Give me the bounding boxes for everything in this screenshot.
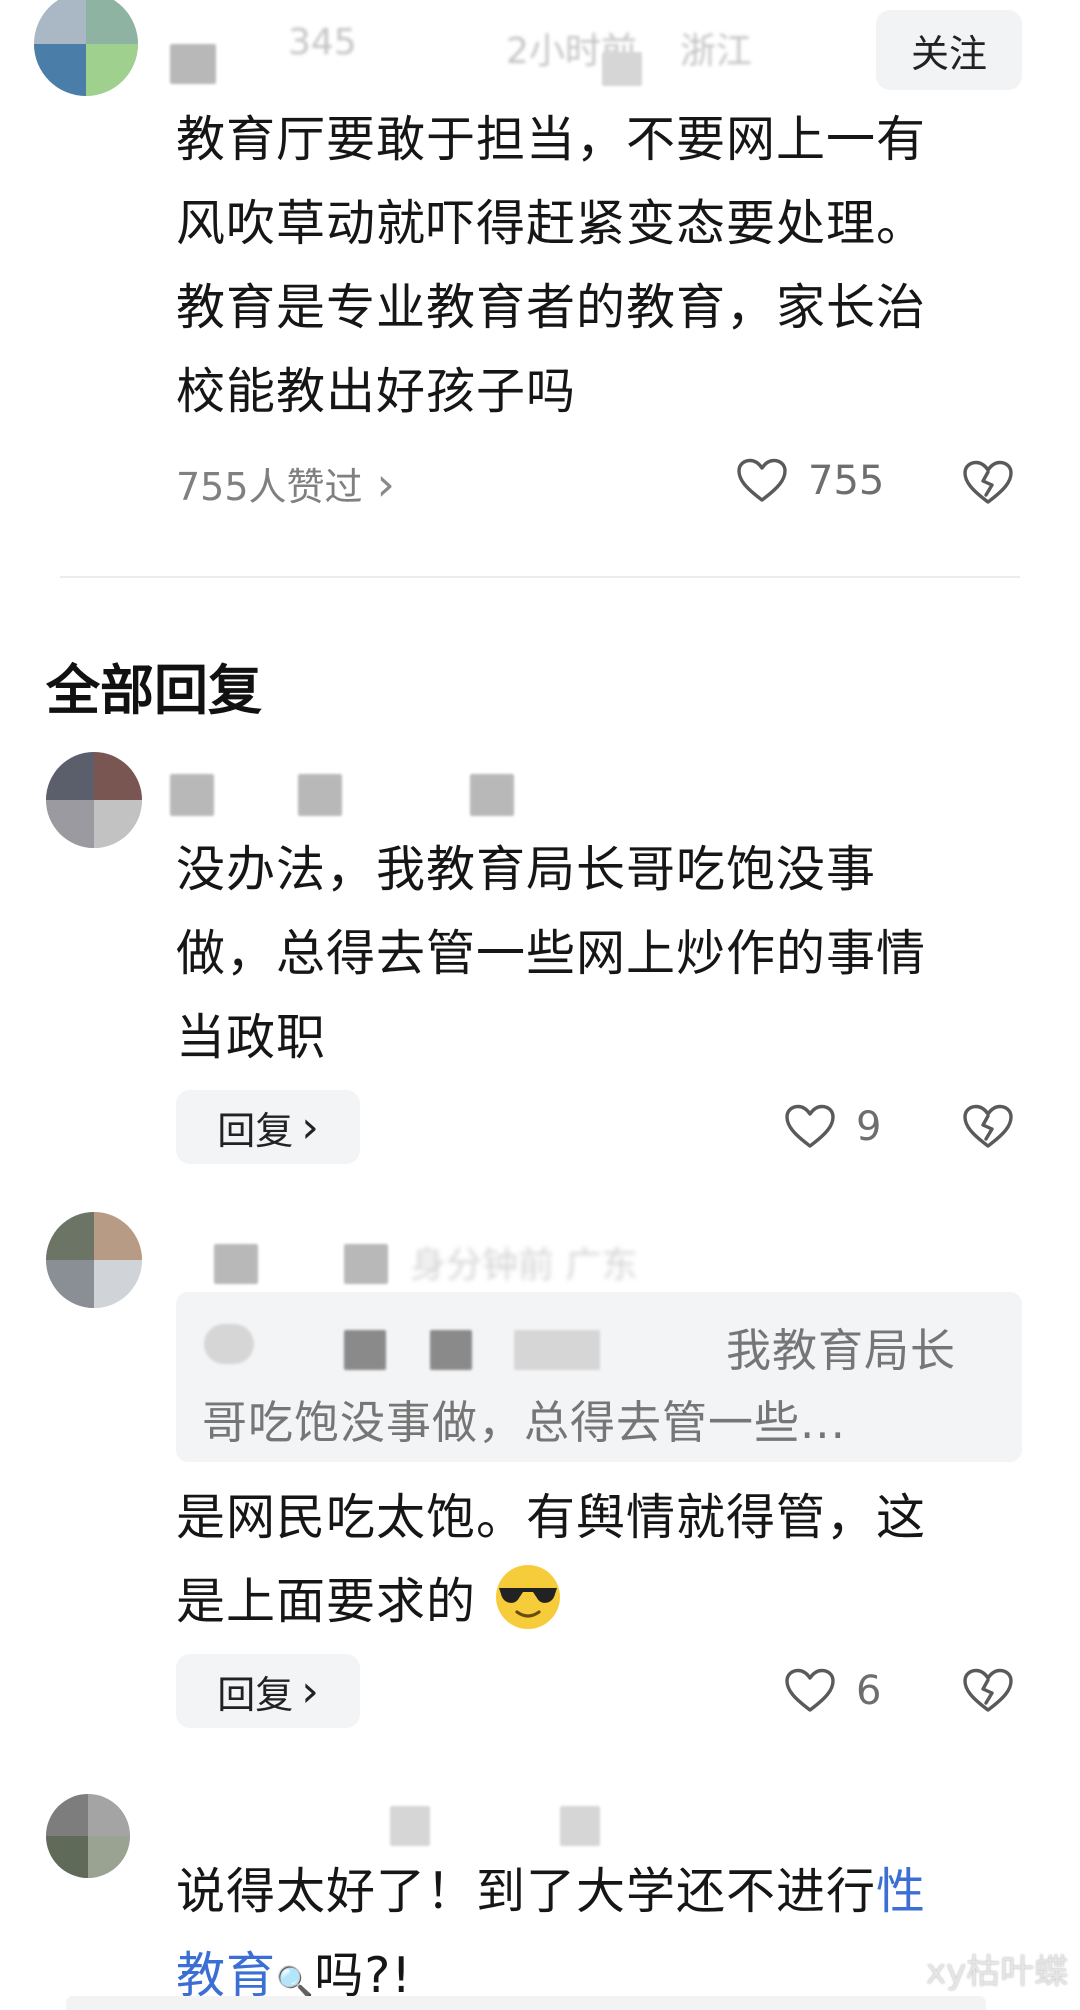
top-comment-line: 校能教出好孩子吗 bbox=[176, 363, 577, 420]
chevron-right-icon: › bbox=[301, 1665, 319, 1717]
reply-button-label: 回复 bbox=[217, 1672, 294, 1717]
reply1-reply-button[interactable]: 回复 › bbox=[176, 1090, 360, 1164]
search-icon[interactable]: 🔍 bbox=[276, 1965, 314, 2000]
top-username-fragment: 345 bbox=[288, 22, 357, 63]
reply2-line: 是网民吃太饱。有舆情就得管，这 bbox=[176, 1489, 927, 1546]
reply3-avatar[interactable] bbox=[46, 1794, 130, 1878]
reply3-username-mask bbox=[560, 1806, 600, 1846]
likers-text: 755人赞过 bbox=[176, 465, 363, 509]
broken-heart-icon[interactable] bbox=[962, 460, 1014, 506]
top-comment-avatar[interactable] bbox=[34, 0, 138, 96]
chevron-right-icon: › bbox=[301, 1101, 319, 1153]
reply1-line: 没办法，我教育局长哥吃饱没事 bbox=[176, 841, 877, 898]
watermark-text: xy枯叶蝶 bbox=[926, 1952, 1069, 1992]
reply1-username-mask bbox=[298, 774, 342, 816]
bottom-bar-edge bbox=[66, 1996, 986, 2010]
quote-username-mask bbox=[430, 1330, 472, 1370]
reply2-avatar[interactable] bbox=[46, 1212, 142, 1308]
reply3-body: 说得太好了！到了大学还不进行性 教育🔍吗?! bbox=[176, 1850, 1006, 2010]
top-comment-body: 教育厅要敢于担当，不要网上一有 风吹草动就吓得赶紧变态要处理。 教育是专业教育者… bbox=[176, 98, 1006, 434]
quote-username-mask bbox=[204, 1324, 254, 1364]
reply1-body: 没办法，我教育局长哥吃饱没事 做，总得去管一些网上炒作的事情 当政职 bbox=[176, 828, 1006, 1080]
quote-line-2: 哥吃饱没事做，总得去管一些... bbox=[202, 1396, 846, 1449]
reply2-line: 是上面要求的 bbox=[176, 1560, 1006, 1644]
quote-username-mask bbox=[514, 1330, 600, 1370]
section-title-all-replies: 全部回复 bbox=[46, 659, 262, 722]
reply1-line: 做，总得去管一些网上炒作的事情 bbox=[176, 925, 927, 982]
top-meta-mask bbox=[602, 52, 642, 86]
heart-outline-icon[interactable] bbox=[784, 1104, 836, 1150]
reply2-meta: 身分钟前 广东 bbox=[410, 1245, 638, 1286]
top-comment-location: 浙江 bbox=[680, 31, 753, 72]
reply1-username-mask bbox=[170, 774, 214, 816]
likers-link[interactable]: 755人赞过 › bbox=[176, 456, 395, 511]
top-comment-line: 教育是专业教育者的教育，家长治 bbox=[176, 279, 927, 336]
quote-username-mask bbox=[344, 1330, 386, 1370]
broken-heart-icon[interactable] bbox=[962, 1668, 1014, 1714]
reply1-line: 当政职 bbox=[176, 1009, 327, 1066]
top-username-mask bbox=[170, 44, 216, 84]
quoted-comment-box[interactable]: 我教育局长 哥吃饱没事做，总得去管一些... bbox=[176, 1292, 1022, 1462]
reply1-like-group: 9 bbox=[784, 1104, 881, 1150]
reply1-avatar[interactable] bbox=[46, 752, 142, 848]
keyword-link[interactable]: 性 bbox=[876, 1863, 926, 1920]
reply2-like-count: 6 bbox=[856, 1668, 882, 1714]
comment-thread-page: 345 2小时前 浙江 关注 教育厅要敢于担当，不要网上一有 风吹草动就吓得赶紧… bbox=[0, 0, 1080, 2010]
top-comment-line: 风吹草动就吓得赶紧变态要处理。 bbox=[176, 195, 927, 252]
chevron-right-icon: › bbox=[376, 456, 395, 511]
reply-button-label: 回复 bbox=[217, 1108, 294, 1153]
reply2-username-mask bbox=[214, 1244, 258, 1284]
reply2-username-mask bbox=[344, 1244, 388, 1284]
broken-heart-icon[interactable] bbox=[962, 1104, 1014, 1150]
top-like-count: 755 bbox=[808, 458, 885, 504]
reply3-line-text: 说得太好了！到了大学还不进行 bbox=[176, 1863, 877, 1920]
reply2-line-text: 是上面要求的 bbox=[176, 1573, 477, 1630]
reply2-like-group: 6 bbox=[784, 1668, 881, 1714]
heart-outline-icon[interactable] bbox=[736, 458, 788, 504]
reply3-username-mask bbox=[390, 1806, 430, 1846]
top-like-group: 755 bbox=[736, 458, 884, 504]
sunglasses-emoji-icon bbox=[493, 1562, 563, 1632]
heart-outline-icon[interactable] bbox=[784, 1668, 836, 1714]
divider bbox=[60, 576, 1020, 578]
follow-button[interactable]: 关注 bbox=[876, 10, 1022, 90]
reply2-reply-button[interactable]: 回复 › bbox=[176, 1654, 360, 1728]
reply1-like-count: 9 bbox=[856, 1104, 882, 1150]
reply1-username-mask bbox=[470, 774, 514, 816]
reply2-body: 是网民吃太饱。有舆情就得管，这 是上面要求的 bbox=[176, 1476, 1006, 1644]
reply3-line: 说得太好了！到了大学还不进行性 bbox=[176, 1850, 1006, 1934]
quote-line-1: 我教育局长 bbox=[726, 1324, 957, 1377]
top-comment-line: 教育厅要敢于担当，不要网上一有 bbox=[176, 111, 927, 168]
